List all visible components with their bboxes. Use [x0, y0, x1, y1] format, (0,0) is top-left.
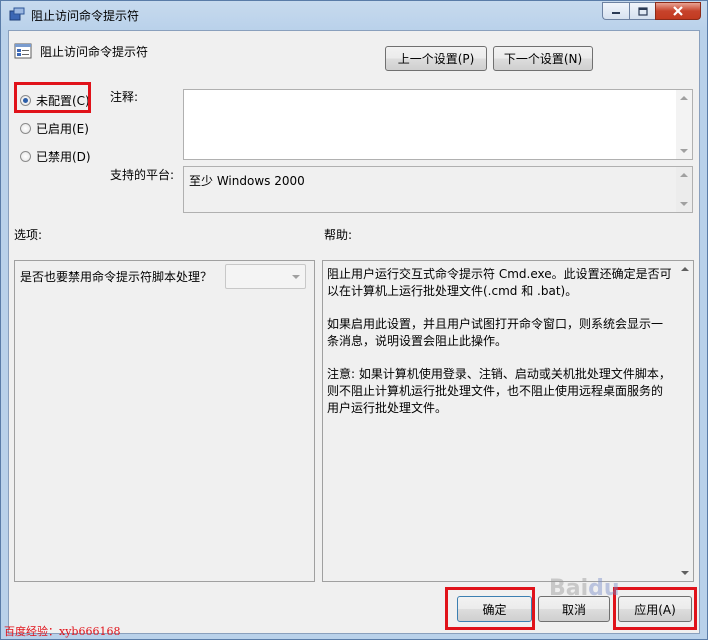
scroll-up-arrow-icon[interactable]: [680, 96, 688, 100]
platform-label: 支持的平台:: [110, 168, 175, 182]
baidu-watermark-logo: Baidu: [549, 576, 620, 601]
options-panel: 是否也要禁用命令提示符脚本处理？: [14, 260, 315, 582]
options-question: 是否也要禁用命令提示符脚本处理？: [20, 270, 213, 284]
close-icon: [673, 6, 683, 16]
help-text: 阻止用户运行交互式命令提示符 Cmd.exe。此设置还确定是否可以在计算机上运行…: [327, 266, 672, 433]
platform-field: 至少 Windows 2000: [183, 166, 693, 213]
highlight-not-configured: [14, 82, 91, 113]
scroll-up-arrow-icon[interactable]: [681, 267, 689, 271]
comment-textarea[interactable]: [183, 89, 693, 160]
maximize-button[interactable]: [629, 2, 655, 20]
platform-value: 至少 Windows 2000: [189, 174, 305, 188]
chevron-down-icon: [292, 275, 300, 279]
highlight-ok-button: [445, 587, 535, 630]
minimize-icon: [612, 12, 620, 14]
help-paragraph: 如果启用此设置，并且用户试图打开命令窗口，则系统会显示一条消息，说明设置会阻止此…: [327, 317, 664, 348]
radio-label-enabled: 已启用(E): [36, 122, 89, 136]
policy-title: 阻止访问命令提示符: [40, 45, 149, 59]
help-label: 帮助:: [324, 228, 353, 242]
help-panel: 阻止用户运行交互式命令提示符 Cmd.exe。此设置还确定是否可以在计算机上运行…: [322, 260, 694, 582]
watermark-text: 百度经验：xyb666168: [4, 625, 121, 638]
platform-scrollbar[interactable]: [676, 167, 692, 212]
help-paragraph: 注意: 如果计算机使用登录、注销、启动或关机批处理文件脚本，则不阻止计算机运行批…: [327, 367, 671, 415]
radio-button[interactable]: [20, 123, 31, 134]
title-bar[interactable]: 阻止访问命令提示符: [1, 1, 707, 29]
radio-label-disabled: 已禁用(D): [36, 150, 91, 164]
radio-disabled[interactable]: 已禁用(D): [20, 148, 91, 165]
options-label: 选项:: [14, 228, 43, 242]
script-processing-dropdown[interactable]: [225, 264, 306, 289]
help-scrollbar[interactable]: [677, 261, 693, 581]
scroll-down-arrow-icon[interactable]: [680, 149, 688, 153]
next-setting-button[interactable]: 下一个设置(N): [493, 46, 593, 71]
policy-setting-icon: [14, 43, 32, 59]
policy-dialog-window: 阻止访问命令提示符 阻止访问命令提示符 上一个设置(P) 下一个设置(N) 未配…: [0, 0, 708, 640]
comment-scrollbar[interactable]: [676, 90, 692, 159]
maximize-icon: [637, 6, 648, 16]
radio-button[interactable]: [20, 151, 31, 162]
comment-label: 注释:: [110, 90, 139, 104]
minimize-button[interactable]: [602, 2, 629, 20]
dialog-client-area: 阻止访问命令提示符 上一个设置(P) 下一个设置(N) 未配置(C) 已启用(E…: [8, 30, 700, 634]
highlight-apply-button: [613, 587, 697, 630]
scroll-down-arrow-icon[interactable]: [680, 202, 688, 206]
radio-enabled[interactable]: 已启用(E): [20, 120, 89, 137]
previous-setting-button[interactable]: 上一个设置(P): [385, 46, 487, 71]
scroll-up-arrow-icon[interactable]: [680, 173, 688, 177]
policy-app-icon: [9, 7, 25, 21]
window-title: 阻止访问命令提示符: [31, 9, 140, 23]
help-paragraph: 阻止用户运行交互式命令提示符 Cmd.exe。此设置还确定是否可以在计算机上运行…: [327, 267, 672, 298]
close-button[interactable]: [655, 2, 701, 20]
scroll-down-arrow-icon[interactable]: [681, 571, 689, 575]
